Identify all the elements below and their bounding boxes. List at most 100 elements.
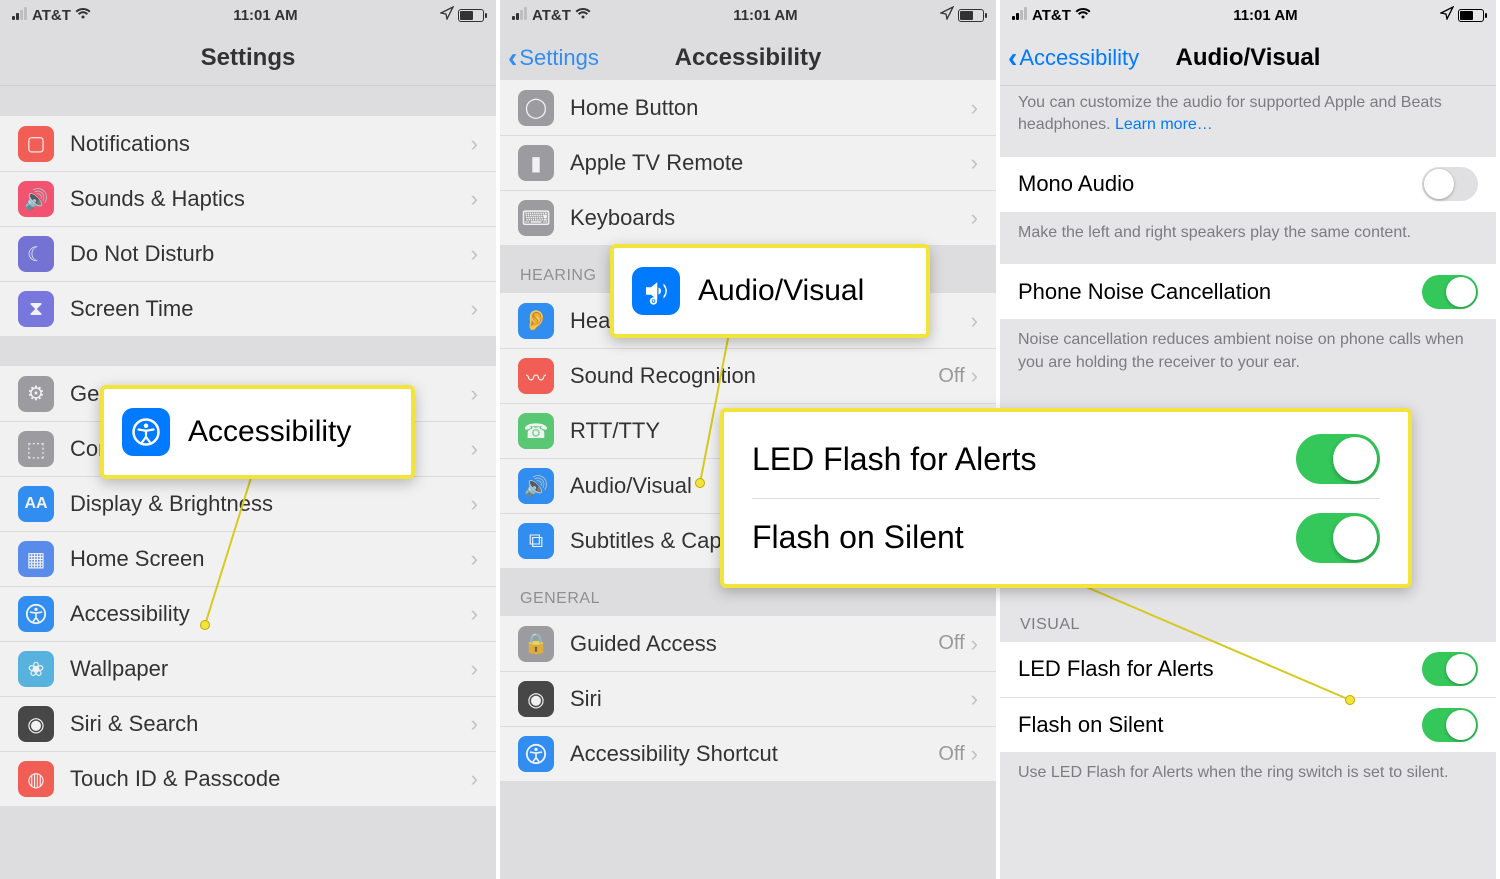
row-accessibility[interactable]: Accessibility › (0, 586, 496, 641)
status-bar: AT&T 11:01 AM (1000, 0, 1496, 30)
nav-bar: ‹ Settings Accessibility (500, 30, 996, 86)
row-dnd[interactable]: ☾ Do Not Disturb › (0, 226, 496, 281)
chevron-right-icon: › (471, 381, 478, 407)
carrier-label: AT&T (532, 7, 571, 24)
lock-icon: 🔒 (518, 626, 554, 662)
row-keyboards[interactable]: ⌨ Keyboards › (500, 190, 996, 245)
gear-icon: ⚙ (18, 376, 54, 412)
chevron-right-icon: › (971, 741, 978, 767)
back-button[interactable]: ‹ Accessibility (1008, 44, 1139, 72)
chevron-right-icon: › (471, 711, 478, 737)
location-icon (1440, 6, 1454, 24)
general-group: 🔒 Guided Access Off › ◉ Siri › Accessibi… (500, 616, 996, 781)
chevron-right-icon: › (471, 296, 478, 322)
chevron-right-icon: › (471, 491, 478, 517)
hourglass-icon: ⧗ (18, 291, 54, 327)
mono-audio-toggle[interactable] (1422, 167, 1478, 201)
chevron-right-icon: › (471, 436, 478, 462)
row-accessibility-shortcut[interactable]: Accessibility Shortcut Off › (500, 726, 996, 781)
carrier-label: AT&T (1032, 7, 1071, 24)
noise-cancel-toggle[interactable] (1422, 275, 1478, 309)
row-home-screen[interactable]: ▦ Home Screen › (0, 531, 496, 586)
visual-header: VISUAL (1000, 594, 1496, 642)
callout-accessibility: Accessibility (100, 385, 415, 479)
clock: 11:01 AM (733, 7, 797, 24)
row-led-flash[interactable]: LED Flash for Alerts (1000, 642, 1496, 697)
row-flash-on-silent[interactable]: Flash on Silent (1000, 697, 1496, 752)
row-apple-tv[interactable]: ▮ Apple TV Remote › (500, 135, 996, 190)
signal-icon (1012, 7, 1028, 24)
row-sound-recognition[interactable]: 〰 Sound Recognition Off › (500, 348, 996, 403)
chevron-right-icon: › (971, 686, 978, 712)
callout-anchor-dot (200, 620, 210, 630)
phone-icon: ☎ (518, 413, 554, 449)
mono-footer: Make the left and right speakers play th… (1000, 212, 1496, 264)
callout-audio-visual: Audio/Visual (610, 244, 930, 338)
callout-led-flash: LED Flash for Alerts Flash on Silent (720, 408, 1412, 588)
chevron-right-icon: › (471, 766, 478, 792)
row-wallpaper[interactable]: ❀ Wallpaper › (0, 641, 496, 696)
fingerprint-icon: ◍ (18, 761, 54, 797)
row-touchid[interactable]: ◍ Touch ID & Passcode › (0, 751, 496, 806)
back-button[interactable]: ‹ Settings (508, 44, 599, 72)
audio-visual-icon (632, 267, 680, 315)
page-title: Accessibility (675, 44, 822, 72)
captions-icon: ⧉ (518, 523, 554, 559)
led-flash-toggle-callout (1296, 434, 1380, 484)
row-sounds-haptics[interactable]: 🔊 Sounds & Haptics › (0, 171, 496, 226)
wifi-icon (75, 7, 91, 24)
chevron-right-icon: › (471, 186, 478, 212)
page-title: Audio/Visual (1176, 44, 1321, 72)
chevron-right-icon: › (971, 363, 978, 389)
headphone-desc: You can customize the audio for supporte… (1000, 86, 1496, 157)
panel-settings: AT&T 11:01 AM Settings ▢ Notifications ›… (0, 0, 500, 879)
row-notifications[interactable]: ▢ Notifications › (0, 116, 496, 171)
battery-icon (958, 9, 984, 22)
callout-anchor-dot (695, 478, 705, 488)
siri-icon: ◉ (518, 681, 554, 717)
ear-icon: 👂 (518, 303, 554, 339)
flash-silent-toggle-callout (1296, 513, 1380, 563)
grid-icon: ▦ (18, 541, 54, 577)
chevron-right-icon: › (471, 656, 478, 682)
accessibility-icon (122, 408, 170, 456)
chevron-right-icon: › (971, 150, 978, 176)
notifications-icon: ▢ (18, 126, 54, 162)
chevron-right-icon: › (971, 95, 978, 121)
siri-icon: ◉ (18, 706, 54, 742)
flash-silent-toggle[interactable] (1422, 708, 1478, 742)
location-icon (440, 6, 454, 24)
remote-icon: ▮ (518, 145, 554, 181)
row-guided-access[interactable]: 🔒 Guided Access Off › (500, 616, 996, 671)
row-siri[interactable]: ◉ Siri › (500, 671, 996, 726)
textsize-icon: AA (18, 486, 54, 522)
sounds-icon: 🔊 (18, 181, 54, 217)
soundwave-icon: 〰 (518, 358, 554, 394)
clock: 11:01 AM (233, 7, 297, 24)
mono-group: Mono Audio (1000, 157, 1496, 212)
location-icon (940, 6, 954, 24)
settings-group-a: ▢ Notifications › 🔊 Sounds & Haptics › ☾… (0, 116, 496, 336)
led-flash-toggle[interactable] (1422, 652, 1478, 686)
accessibility-icon (518, 736, 554, 772)
row-home-button[interactable]: ◯ Home Button › (500, 80, 996, 135)
flower-icon: ❀ (18, 651, 54, 687)
home-button-icon: ◯ (518, 90, 554, 126)
learn-more-link[interactable]: Learn more… (1115, 116, 1213, 133)
chevron-right-icon: › (471, 131, 478, 157)
callout-anchor-dot (1345, 695, 1355, 705)
row-siri-search[interactable]: ◉ Siri & Search › (0, 696, 496, 751)
row-screen-time[interactable]: ⧗ Screen Time › (0, 281, 496, 336)
moon-icon: ☾ (18, 236, 54, 272)
keyboard-icon: ⌨ (518, 200, 554, 236)
chevron-right-icon: › (471, 241, 478, 267)
row-phone-noise-cancel[interactable]: Phone Noise Cancellation (1000, 264, 1496, 319)
accessibility-icon (18, 596, 54, 632)
battery-icon (1458, 9, 1484, 22)
row-mono-audio[interactable]: Mono Audio (1000, 157, 1496, 212)
row-display[interactable]: AA Display & Brightness › (0, 476, 496, 531)
chevron-right-icon: › (971, 308, 978, 334)
wifi-icon (575, 7, 591, 24)
sliders-icon: ⬚ (18, 431, 54, 467)
pnc-group: Phone Noise Cancellation (1000, 264, 1496, 319)
